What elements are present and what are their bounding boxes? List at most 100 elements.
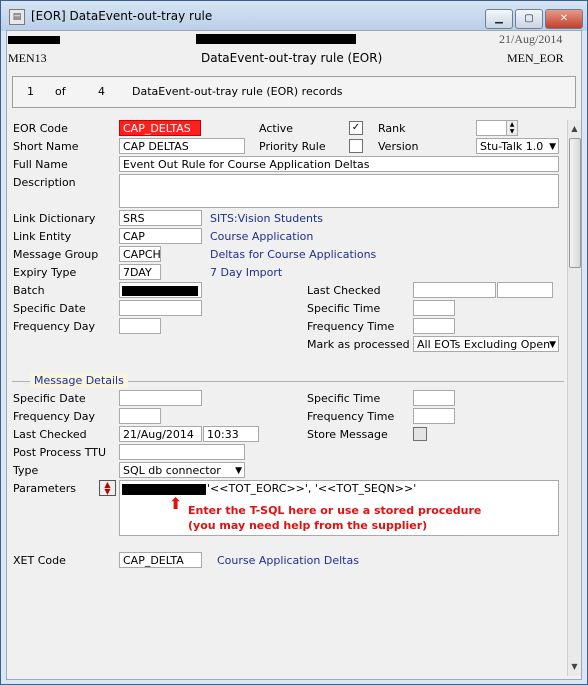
message-group-lookup: Deltas for Course Applications xyxy=(210,248,377,261)
vertical-scrollbar[interactable]: ▲ ▼ xyxy=(567,120,581,676)
specific-time-field[interactable] xyxy=(413,300,455,316)
md-specific-time-label: Specific Time xyxy=(307,392,381,405)
chevron-down-icon[interactable]: ▼ xyxy=(235,463,242,477)
record-current: 1 xyxy=(27,85,34,98)
scroll-up-icon[interactable]: ▲ xyxy=(568,122,581,136)
expand-editor-icon[interactable]: ▲ ▼ xyxy=(99,480,116,496)
redacted-block xyxy=(196,34,356,44)
close-button[interactable]: ✕ xyxy=(545,9,583,29)
md-frequency-time-label: Frequency Time xyxy=(307,410,395,423)
type-value: SQL db connector xyxy=(123,464,221,477)
specific-date-field[interactable] xyxy=(119,300,202,316)
full-name-field[interactable]: Event Out Rule for Course Application De… xyxy=(119,156,559,172)
version-dropdown[interactable]: Stu-Talk 1.0 ▼ xyxy=(476,138,559,154)
header-date: 21/Aug/2014 xyxy=(499,32,563,46)
type-label: Type xyxy=(13,464,39,477)
type-dropdown[interactable]: SQL db connector ▼ xyxy=(119,462,245,478)
link-dictionary-lookup: SITS:Vision Students xyxy=(210,212,323,225)
active-checkbox[interactable]: ✓ xyxy=(349,121,363,135)
rank-spinner-icon[interactable]: ▲ ▼ xyxy=(506,121,517,135)
md-specific-time-field[interactable] xyxy=(413,390,455,406)
specific-date-label: Specific Date xyxy=(13,302,86,315)
xet-code-lookup: Course Application Deltas xyxy=(217,554,359,567)
md-specific-date-label: Specific Date xyxy=(13,392,86,405)
record-of-label: of xyxy=(55,85,66,98)
short-name-label: Short Name xyxy=(13,140,79,153)
minimize-button[interactable]: ▁ xyxy=(485,9,513,29)
xet-code-label: XET Code xyxy=(13,554,66,567)
batch-field[interactable] xyxy=(119,282,202,298)
rank-field[interactable]: ▲ ▼ xyxy=(476,120,518,136)
frequency-time-label: Frequency Time xyxy=(307,320,395,333)
form-code: MEN13 xyxy=(8,51,47,65)
parameters-label: Parameters xyxy=(13,482,76,495)
maximize-button[interactable]: ▢ xyxy=(515,9,543,29)
version-label: Version xyxy=(378,140,419,153)
md-last-checked-label: Last Checked xyxy=(13,428,87,441)
post-process-ttu-field[interactable] xyxy=(119,444,245,460)
chevron-down-icon[interactable]: ▼ xyxy=(549,337,556,351)
form-id: MEN_EOR xyxy=(507,51,564,65)
parameters-value: '<<TOT_EORC>>', '<<TOT_SEQN>>' xyxy=(207,482,417,495)
scroll-down-icon[interactable]: ▼ xyxy=(568,660,581,674)
expiry-type-lookup: 7 Day Import xyxy=(210,266,283,279)
active-label: Active xyxy=(259,122,294,135)
rank-label: Rank xyxy=(378,122,406,135)
eor-code-label: EOR Code xyxy=(13,122,68,135)
frequency-day-label: Frequency Day xyxy=(13,320,96,333)
post-process-ttu-label: Post Process TTU xyxy=(13,446,107,459)
link-entity-field[interactable]: CAP xyxy=(119,228,202,244)
priority-rule-label: Priority Rule xyxy=(259,140,326,153)
link-dictionary-label: Link Dictionary xyxy=(13,212,96,225)
record-total: 4 xyxy=(98,85,105,98)
md-frequency-day-field[interactable] xyxy=(119,408,161,424)
frequency-day-field[interactable] xyxy=(119,318,161,334)
short-name-field[interactable]: CAP DELTAS xyxy=(119,138,245,154)
md-last-checked-date-field[interactable]: 21/Aug/2014 xyxy=(119,426,202,442)
redacted-block xyxy=(122,286,198,296)
link-entity-label: Link Entity xyxy=(13,230,72,243)
message-details-heading: Message Details xyxy=(30,373,128,388)
redacted-block xyxy=(122,484,206,495)
priority-rule-checkbox[interactable] xyxy=(349,139,363,153)
frequency-time-field[interactable] xyxy=(413,318,455,334)
description-field[interactable] xyxy=(119,174,559,208)
full-name-label: Full Name xyxy=(13,158,68,171)
description-label: Description xyxy=(13,176,76,189)
annotation-line2: (you may need help from the supplier) xyxy=(188,519,428,532)
record-navigator: 1 of 4 DataEvent-out-tray rule (EOR) rec… xyxy=(12,76,576,108)
last-checked-time-field[interactable] xyxy=(497,282,553,298)
mark-processed-dropdown[interactable]: All EOTs Excluding Open ▼ xyxy=(413,336,559,352)
store-message-checkbox[interactable] xyxy=(413,427,427,441)
page-title: DataEvent-out-tray rule (EOR) xyxy=(201,51,383,65)
mark-processed-value: All EOTs Excluding Open xyxy=(417,338,551,351)
record-description: DataEvent-out-tray rule (EOR) records xyxy=(132,85,343,98)
md-last-checked-time-field[interactable]: 10:33 xyxy=(203,426,259,442)
expiry-type-label: Expiry Type xyxy=(13,266,77,279)
mark-processed-label: Mark as processed xyxy=(307,338,410,351)
last-checked-label: Last Checked xyxy=(307,284,381,297)
md-specific-date-field[interactable] xyxy=(119,390,202,406)
message-group-label: Message Group xyxy=(13,248,99,261)
xet-code-field[interactable]: CAP_DELTA xyxy=(119,552,202,568)
link-dictionary-field[interactable]: SRS xyxy=(119,210,202,226)
annotation-line1: Enter the T-SQL here or use a stored pro… xyxy=(188,504,482,517)
expiry-type-field[interactable]: 7DAY xyxy=(119,264,161,280)
message-group-field[interactable]: CAPCH xyxy=(119,246,161,262)
title-bar[interactable]: ▤ [EOR] DataEvent-out-tray rule ▁ ▢ ✕ xyxy=(1,1,587,31)
arrow-up-icon: ⬆ xyxy=(169,494,183,513)
md-frequency-day-label: Frequency Day xyxy=(13,410,96,423)
eor-code-field[interactable]: CAP_DELTAS xyxy=(119,120,201,136)
batch-label: Batch xyxy=(13,284,45,297)
app-icon: ▤ xyxy=(9,9,25,25)
md-frequency-time-field[interactable] xyxy=(413,408,455,424)
link-entity-lookup: Course Application xyxy=(210,230,314,243)
scrollbar-thumb[interactable] xyxy=(569,138,581,268)
chevron-down-icon[interactable]: ▼ xyxy=(549,139,556,153)
specific-time-label: Specific Time xyxy=(307,302,381,315)
redacted-block xyxy=(8,36,60,44)
version-value: Stu-Talk 1.0 xyxy=(480,140,544,153)
store-message-label: Store Message xyxy=(307,428,388,441)
window-title: [EOR] DataEvent-out-tray rule xyxy=(31,9,213,23)
last-checked-date-field[interactable] xyxy=(413,282,496,298)
